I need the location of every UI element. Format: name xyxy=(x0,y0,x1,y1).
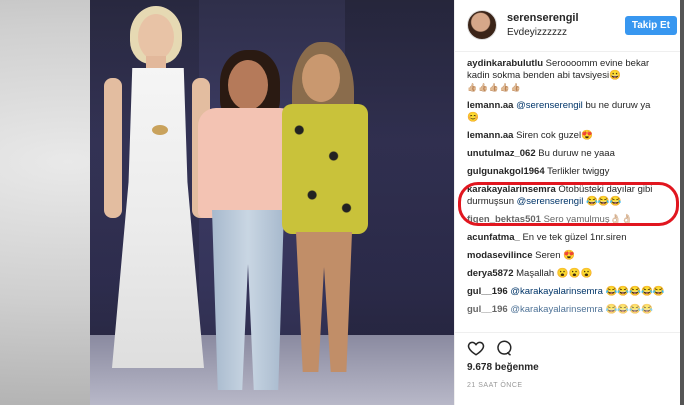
likes-count[interactable]: 9.678 beğenme xyxy=(467,362,539,373)
comment-username[interactable]: acunfatma_ xyxy=(467,232,520,243)
comment: acunfatma_ En ve tek güzel 1nr.siren xyxy=(467,232,671,244)
comment-username[interactable]: figen_bektas501 xyxy=(467,214,541,225)
comment: aydinkarabulutlu Seroooomm evine bekar k… xyxy=(467,58,671,94)
avatar[interactable] xyxy=(467,10,497,40)
post-side-panel: serenserengil Evdeyizzzzzz Takip Et aydi… xyxy=(454,0,681,405)
woman-leopard-dress xyxy=(266,0,386,405)
comment-emoji: 👌🏼👌🏼 xyxy=(609,214,634,225)
comment-username[interactable]: lemann.aa xyxy=(467,130,513,141)
head xyxy=(302,54,340,102)
right-edge xyxy=(680,0,684,405)
follow-button[interactable]: Takip Et xyxy=(624,16,677,35)
comment-mention[interactable]: @karakayalarinsemra xyxy=(510,286,603,297)
comment: lemann.aa Siren cok guzel😍 xyxy=(467,130,671,142)
pendant xyxy=(152,125,168,135)
comment-emoji: 😍 xyxy=(563,250,575,261)
comment-reactions: 👍🏼👍🏼👍🏼👍🏼👍🏼 xyxy=(467,83,522,92)
comment-username[interactable]: derya5872 xyxy=(467,268,513,279)
comment-text: En ve tek güzel 1nr.siren xyxy=(522,232,627,243)
comment-username[interactable]: lemann.aa xyxy=(467,100,513,111)
comment-username[interactable]: modasevilince xyxy=(467,250,532,261)
post-username[interactable]: serenserengil xyxy=(507,12,579,24)
arm xyxy=(104,78,122,218)
comment-emoji: 😂😂😂 xyxy=(585,196,622,207)
comment-emoji: 😀 xyxy=(609,70,621,81)
comment: figen_bektas501 Sero yamulmuş👌🏼👌🏼 xyxy=(467,214,671,226)
comment: gulgunakgol1964 Terlikler twiggy xyxy=(467,166,671,178)
post-location[interactable]: Evdeyizzzzzz xyxy=(507,27,567,38)
comments-list[interactable]: aydinkarabulutlu Seroooomm evine bekar k… xyxy=(455,52,681,330)
comment-text: Sero yamulmuş xyxy=(543,214,610,225)
comment-text: Terlikler twiggy xyxy=(547,166,610,177)
head xyxy=(138,14,174,60)
comment-mention[interactable]: @serenserengil xyxy=(517,196,584,207)
comment-username[interactable]: gul__196 xyxy=(467,304,508,315)
comment: gul__196 @karakayalarinsemra 😂😂😂😂 xyxy=(467,304,671,316)
legs xyxy=(296,232,352,372)
comment-mention[interactable]: @serenserengil xyxy=(516,100,583,111)
comment-text: Bu duruw ne yaaa xyxy=(538,148,615,159)
comment-username[interactable]: unutulmaz_062 xyxy=(467,148,536,159)
comment-text: Seren xyxy=(535,250,561,261)
comment: lemann.aa @serenserengil bu ne duruw ya … xyxy=(467,100,671,124)
comment-text: Siren cok guzel xyxy=(516,130,582,141)
comment-username[interactable]: aydinkarabulutlu xyxy=(467,58,543,69)
post-header: serenserengil Evdeyizzzzzz Takip Et xyxy=(455,0,681,52)
comment-text: bu ne duruw ya xyxy=(585,100,651,111)
comment-username[interactable]: gulgunakgol1964 xyxy=(467,166,545,177)
leopard-dress xyxy=(282,104,368,234)
comment-emoji: 😂😂😂😂😂 xyxy=(605,286,665,297)
head xyxy=(228,60,268,110)
comment-username[interactable]: gul__196 xyxy=(467,286,508,297)
comment-emoji: 😂😂😂😂 xyxy=(605,304,653,315)
comment: gul__196 @karakayalarinsemra 😂😂😂😂😂 xyxy=(467,286,671,298)
comment-mention[interactable]: @karakayalarinsemra xyxy=(510,304,603,315)
heart-icon[interactable] xyxy=(467,339,485,357)
comment-emoji: 😊 xyxy=(467,112,479,123)
post-photo xyxy=(90,0,454,405)
comment-icon[interactable] xyxy=(495,339,513,357)
comment-text: Maşallah xyxy=(516,268,555,279)
comment-emoji: 😮😮😮 xyxy=(556,268,593,279)
comment: derya5872 Maşallah 😮😮😮 xyxy=(467,268,671,280)
comment-highlighted: karakayalarinsemra Otobüsteki dayılar gi… xyxy=(467,184,671,208)
action-bar xyxy=(455,332,681,358)
comment: unutulmaz_062 Bu duruw ne yaaa xyxy=(467,148,671,160)
comment: modasevilince Seren 😍 xyxy=(467,250,671,262)
comment-emoji: 😍 xyxy=(581,130,593,141)
comment-username[interactable]: karakayalarinsemra xyxy=(467,184,556,195)
post-timestamp: 21 SAAT ÖNCE xyxy=(467,382,523,389)
